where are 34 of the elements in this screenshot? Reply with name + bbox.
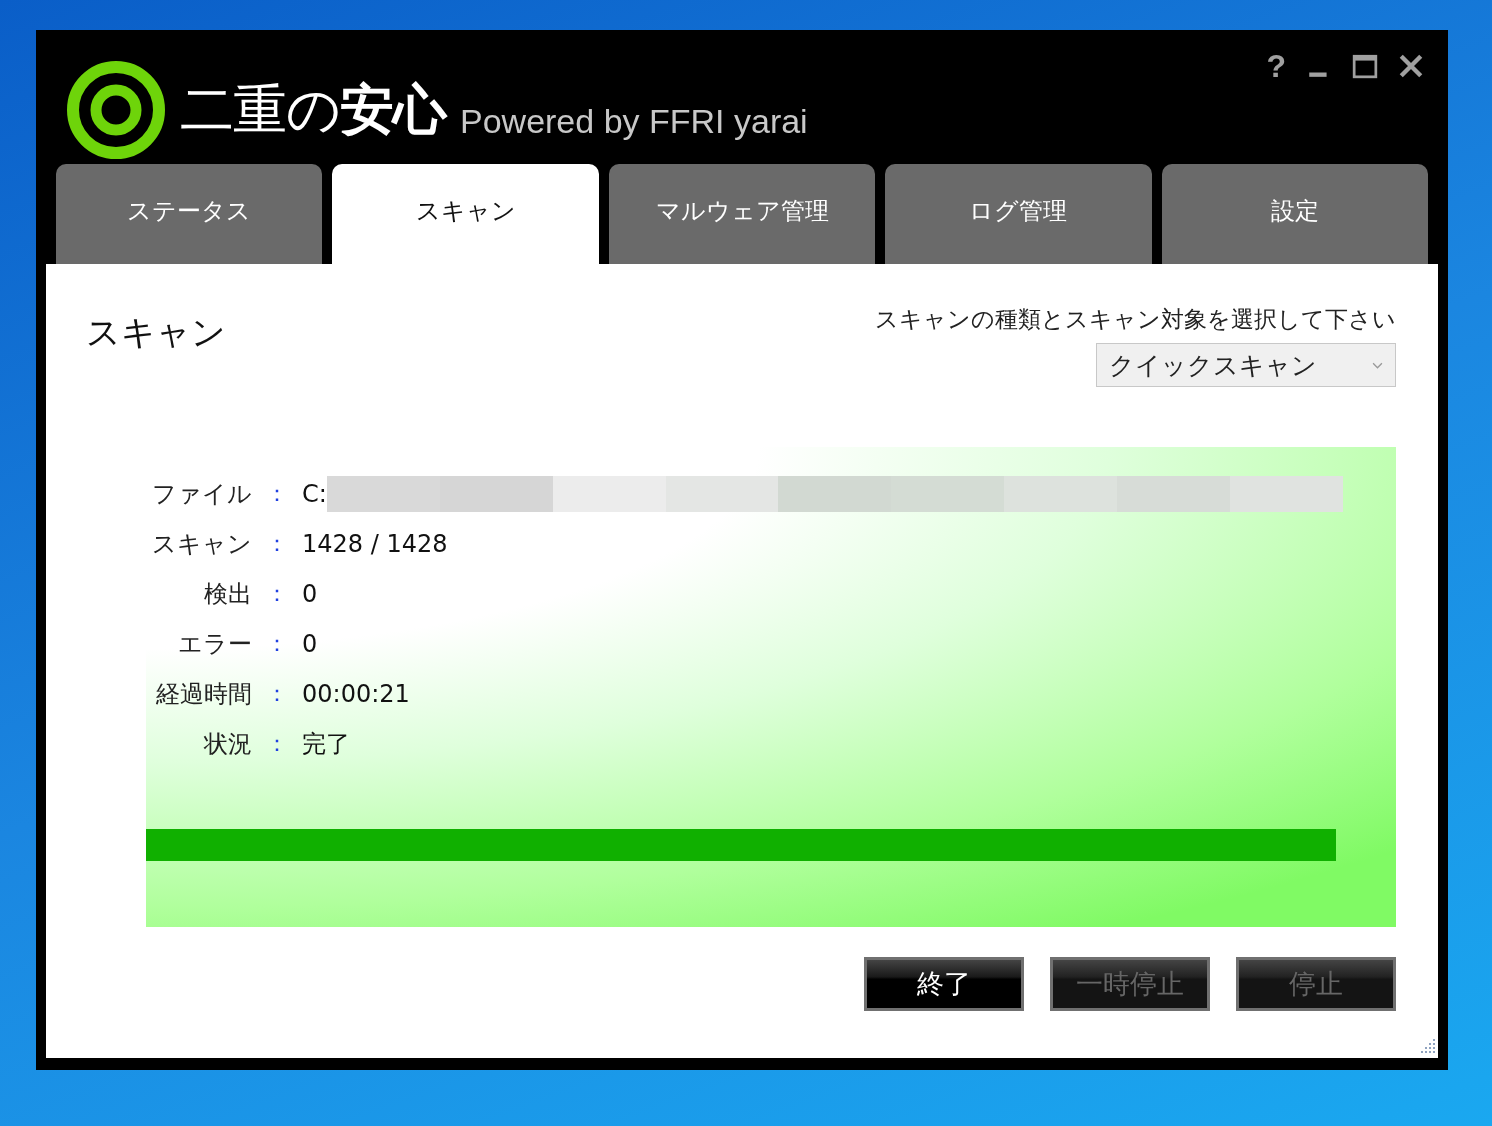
separator-colon: ： [265,680,289,708]
page-heading: スキャン [86,311,226,354]
separator-colon: ： [265,730,289,758]
detail-label: エラー [177,629,252,660]
app-subtitle: Powered by FFRI yarai [460,101,808,141]
detail-value: C: [302,480,327,508]
separator-colon: ： [265,580,289,608]
tab[interactable]: ステータス [56,164,323,264]
separator-colon: ： [265,480,289,508]
detail-value: 0 [302,630,318,658]
detail-label: ファイル [151,479,252,510]
detail-value: 1428 / 1428 [302,530,448,558]
close-icon[interactable] [1398,53,1424,79]
scan-type-prompt: スキャンの種類とスキャン対象を選択して下さい [875,305,1396,334]
tab[interactable]: ログ管理 [885,164,1152,264]
help-button[interactable]: ? [1266,50,1286,82]
tab[interactable]: マルウェア管理 [608,164,876,264]
detail-value: 完了 [302,729,350,760]
scan-type-dropdown[interactable]: クイックスキャン [1096,343,1396,387]
chevron-down-icon [1372,361,1383,369]
app-title: 二重の安心 [180,76,446,143]
tab[interactable]: スキャン [332,164,599,264]
separator-colon: ： [265,530,289,558]
detail-label: 経過時間 [155,679,252,710]
separator-colon: ： [265,630,289,658]
detail-label: 検出 [203,579,252,610]
action-button[interactable]: 終了 [864,957,1024,1011]
detail-label: スキャン [151,529,252,560]
detail-value: 0 [302,580,318,608]
detail-label: 状況 [203,729,252,760]
tab[interactable]: 設定 [1161,164,1429,264]
logo-icon [66,60,166,160]
detail-value: 00:00:21 [302,680,410,708]
maximize-icon[interactable] [1352,53,1378,79]
